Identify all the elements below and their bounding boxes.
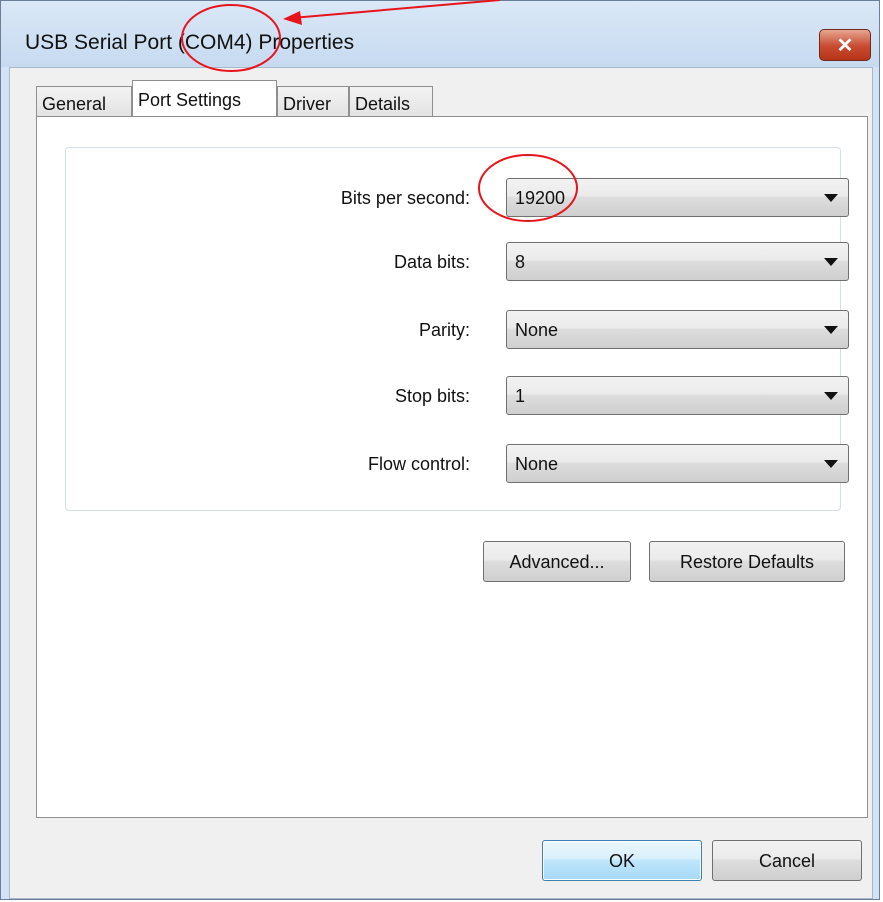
data-bits-value: 8 — [515, 252, 526, 272]
chevron-down-icon — [824, 460, 838, 468]
tab-details[interactable]: Details — [349, 86, 433, 116]
chevron-down-icon — [824, 258, 838, 266]
tab-label: General — [42, 94, 107, 114]
tab-label: Port Settings — [138, 90, 242, 110]
close-button[interactable]: ✕ — [819, 29, 871, 61]
tab-general[interactable]: General — [36, 86, 132, 116]
parity-label: Parity: — [418, 320, 470, 340]
flow-control-label: Flow control: — [367, 454, 470, 474]
window-title: USB Serial Port (COM4) Properties — [25, 31, 355, 54]
ok-button[interactable]: OK — [542, 840, 702, 881]
restore-defaults-button[interactable]: Restore Defaults — [649, 541, 845, 582]
ok-button-label: OK — [608, 851, 635, 871]
cancel-button[interactable]: Cancel — [712, 840, 862, 881]
advanced-button-label: Advanced... — [509, 552, 605, 572]
dialog-client-area: General Port Settings Driver Details Bit… — [9, 67, 873, 899]
title-bar[interactable]: USB Serial Port (COM4) Properties ✕ — [1, 1, 879, 67]
close-icon: ✕ — [836, 34, 854, 57]
cancel-button-label: Cancel — [758, 851, 816, 871]
parity-value: None — [515, 320, 559, 340]
parity-select[interactable]: None — [506, 310, 849, 349]
chevron-down-icon — [824, 392, 838, 400]
tab-port-settings[interactable]: Port Settings — [132, 80, 277, 116]
chevron-down-icon — [824, 194, 838, 202]
data-bits-select[interactable]: 8 — [506, 242, 849, 281]
bits-per-second-label: Bits per second: — [340, 188, 470, 208]
stop-bits-value: 1 — [515, 386, 526, 406]
stop-bits-label: Stop bits: — [394, 386, 470, 406]
restore-defaults-button-label: Restore Defaults — [679, 552, 815, 572]
tab-label: Driver — [283, 94, 331, 114]
data-bits-label: Data bits: — [393, 252, 470, 272]
properties-dialog: USB Serial Port (COM4) Properties ✕ Gene… — [0, 0, 880, 900]
chevron-down-icon — [824, 326, 838, 334]
port-settings-panel: Bits per second: 19200 Data bits: 8 Pari… — [36, 116, 868, 818]
advanced-button[interactable]: Advanced... — [483, 541, 631, 582]
bits-per-second-value: 19200 — [515, 188, 566, 208]
flow-control-value: None — [515, 454, 559, 474]
tab-label: Details — [355, 94, 411, 114]
flow-control-select[interactable]: None — [506, 444, 849, 483]
stop-bits-select[interactable]: 1 — [506, 376, 849, 415]
tab-driver[interactable]: Driver — [277, 86, 349, 116]
settings-group: Bits per second: 19200 Data bits: 8 Pari… — [65, 147, 849, 511]
bits-per-second-select[interactable]: 19200 — [506, 178, 849, 217]
